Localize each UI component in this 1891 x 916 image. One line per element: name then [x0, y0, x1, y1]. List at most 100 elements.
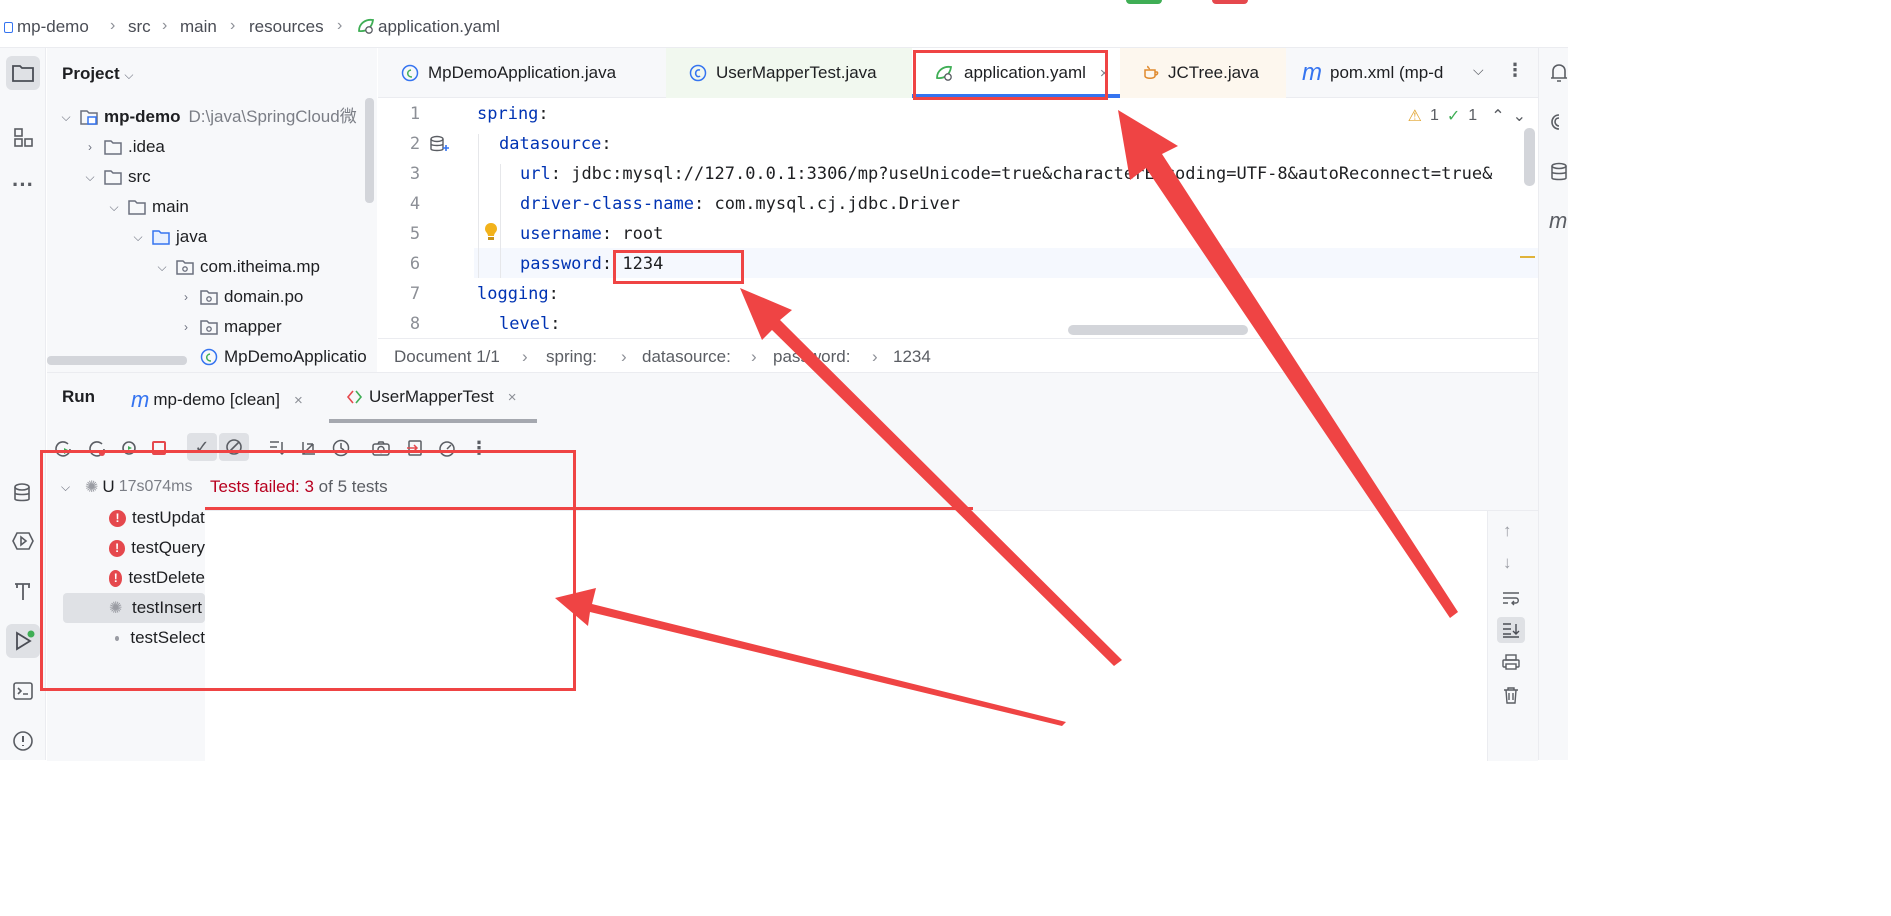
tab-label: MpDemoApplication.java: [428, 63, 617, 82]
terminal-tool-button[interactable]: [6, 674, 40, 708]
editor-vertical-scrollbar[interactable]: [1524, 128, 1535, 186]
tree-item-src[interactable]: ⌵ src: [81, 162, 150, 192]
run-tab-user-mapper-test[interactable]: UserMapperTest ×: [345, 387, 516, 407]
chevron-down-icon[interactable]: ⌄: [1513, 106, 1526, 126]
services-tool-button[interactable]: [6, 524, 40, 558]
annotation-underline: [205, 507, 973, 510]
run-tool-button[interactable]: [6, 624, 40, 658]
project-tool-button[interactable]: [6, 56, 40, 90]
breadcrumb-separator: ›: [522, 347, 528, 366]
code-line-3: url: jdbc:mysql://127.0.0.1:3306/mp?useU…: [520, 164, 1493, 184]
arrow-up-icon[interactable]: ↑: [1503, 521, 1512, 541]
breadcrumb-src[interactable]: src: [128, 17, 151, 37]
tab-label: mp-demo [clean]: [153, 390, 280, 409]
code-line-8: level:: [499, 314, 561, 334]
ai-assistant-icon[interactable]: [1549, 112, 1569, 132]
tree-item-java[interactable]: ⌵ java: [129, 222, 207, 252]
tree-item-idea[interactable]: › .idea: [81, 132, 165, 162]
print-icon[interactable]: [1501, 653, 1521, 671]
editor-horizontal-scrollbar[interactable]: [1068, 325, 1248, 335]
chevron-down-icon: ⌵: [133, 230, 143, 244]
tab-user-mapper-test[interactable]: UserMapperTest.java: [666, 48, 912, 98]
structure-icon: [14, 128, 33, 147]
yaml-key: level: [499, 314, 551, 334]
doc-crumb[interactable]: Document 1/1: [394, 347, 500, 367]
close-icon[interactable]: ×: [294, 392, 303, 409]
breadcrumb-file[interactable]: application.yaml: [356, 17, 500, 37]
trash-icon[interactable]: [1501, 685, 1521, 705]
run-tab-maven-clean[interactable]: m mp-demo [clean] ×: [131, 387, 303, 413]
right-tool-window-bar: m: [1538, 48, 1568, 760]
chevron-down-icon: ⌵: [61, 110, 71, 124]
breadcrumb-main[interactable]: main: [180, 17, 217, 37]
doc-crumb[interactable]: datasource:: [642, 347, 731, 367]
tree-item-main[interactable]: ⌵ main: [105, 192, 188, 222]
run-icon: [16, 630, 35, 651]
indent-guide: [500, 164, 501, 278]
breadcrumb-project[interactable]: mp-demo: [4, 17, 89, 37]
line-number: 8: [409, 314, 421, 334]
doc-crumb[interactable]: 1234: [893, 347, 931, 367]
breadcrumb-separator: ›: [110, 17, 116, 34]
active-run-tab-indicator: [329, 419, 537, 423]
test-class-icon: [688, 63, 708, 83]
database-icon: [14, 483, 30, 502]
yaml-value: com.mysql.cj.jdbc.Driver: [714, 194, 961, 214]
tab-list-dropdown-icon[interactable]: ⌵: [1473, 62, 1484, 79]
project-horizontal-scrollbar[interactable]: [47, 356, 187, 365]
package-icon: [175, 258, 195, 276]
problems-tool-button[interactable]: [6, 724, 40, 758]
project-panel: Project ⌵ ⌵ mp-demo D:\java\SpringCloud微…: [47, 48, 377, 372]
more-icon: ···: [12, 172, 34, 197]
structure-tool-button[interactable]: [6, 120, 40, 154]
doc-crumb[interactable]: spring:: [546, 347, 597, 367]
breadcrumb-separator: ›: [751, 347, 757, 366]
project-vertical-scrollbar[interactable]: [365, 98, 374, 203]
warning-marker[interactable]: [1520, 256, 1535, 258]
breadcrumb-separator: ›: [621, 347, 627, 366]
breadcrumb-separator: ›: [872, 347, 878, 366]
arrow-down-icon[interactable]: ↓: [1503, 553, 1512, 573]
inspection-widget[interactable]: ⚠ 1 ✓ 1 ⌃ ⌄: [1408, 106, 1526, 126]
tree-item-domain-po[interactable]: › domain.po: [177, 282, 303, 312]
yaml-key: username: [520, 224, 602, 244]
lightbulb-icon[interactable]: [484, 222, 498, 242]
yaml-value: root: [622, 224, 664, 244]
more-tools-button[interactable]: ···: [6, 168, 40, 202]
tree-item-module[interactable]: ⌵ mp-demo D:\java\SpringCloud微: [57, 102, 356, 132]
tab-jctree[interactable]: JCTree.java: [1120, 48, 1286, 98]
tab-pom-xml[interactable]: m pom.xml (mp-d: [1280, 48, 1470, 98]
notifications-icon[interactable]: [1549, 62, 1569, 84]
spring-yaml-icon: [358, 18, 375, 34]
tree-item-application-class[interactable]: MpDemoApplicatio: [195, 342, 367, 372]
tree-item-mapper[interactable]: › mapper: [177, 312, 282, 342]
chevron-up-icon[interactable]: ⌃: [1491, 106, 1504, 126]
breadcrumb-resources[interactable]: resources: [249, 17, 324, 37]
scroll-to-end-button[interactable]: [1497, 617, 1525, 643]
console-side-toolbar: ↑ ↓: [1487, 511, 1538, 761]
chevron-down-icon: ⌵: [124, 68, 134, 82]
line-number: 5: [409, 224, 421, 244]
package-icon: [199, 288, 219, 306]
database-tool-button[interactable]: [6, 476, 40, 510]
terminal-icon: [13, 682, 33, 700]
maven-icon[interactable]: m: [1549, 208, 1567, 234]
source-folder-icon: [151, 228, 171, 246]
tab-options-icon[interactable]: ⋮: [1506, 60, 1524, 81]
close-icon[interactable]: ×: [508, 389, 517, 406]
tab-mp-demo-application[interactable]: MpDemoApplication.java: [378, 48, 644, 98]
code-line-4: driver-class-name: com.mysql.cj.jdbc.Dri…: [520, 194, 961, 214]
warning-icon: ⚠: [1407, 108, 1422, 125]
doc-crumb[interactable]: password:: [773, 347, 850, 367]
line-number: 3: [409, 164, 421, 184]
editor-breadcrumb-bar: Document 1/1 › spring: › datasource: › p…: [378, 338, 1538, 372]
database-icon[interactable]: [1549, 162, 1569, 182]
tab-label: UserMapperTest: [369, 387, 494, 406]
code-editor[interactable]: 1 2 3 4 5 6 7 8 spring: datasource: url:…: [378, 98, 1538, 338]
project-panel-title[interactable]: Project ⌵: [62, 64, 133, 84]
datasource-gutter-icon[interactable]: [428, 134, 450, 156]
soft-wrap-icon[interactable]: [1501, 589, 1521, 607]
tree-item-package[interactable]: ⌵ com.itheima.mp: [153, 252, 320, 282]
line-number: 6: [409, 254, 421, 274]
build-tool-button[interactable]: [6, 574, 40, 608]
